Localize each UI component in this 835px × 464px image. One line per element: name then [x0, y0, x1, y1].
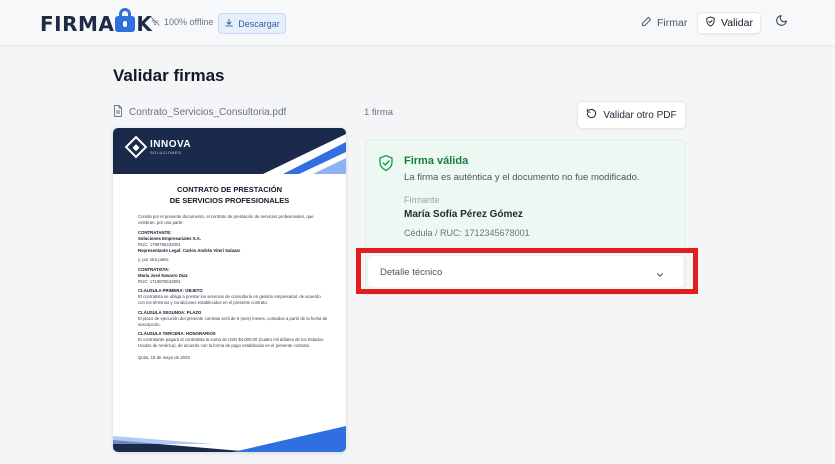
- clause-1-heading: CLÁUSULA PRIMERA: OBJETO: [138, 288, 203, 293]
- download-button[interactable]: Descargar: [218, 13, 286, 34]
- clause-1-text: El contratista se obliga a prestar los s…: [138, 294, 321, 305]
- signature-count: 1 firma: [364, 107, 394, 118]
- page-title: Validar firmas: [113, 66, 225, 85]
- nav-firmar-label: Firmar: [657, 17, 688, 29]
- validate-other-label: Validar otro PDF: [603, 109, 677, 121]
- shield-check-icon: [705, 16, 716, 30]
- contratante-representative: Representante Legal: Carlos Andrés Viter…: [138, 247, 241, 253]
- contratante-name: Soluciones Empresariales S.A.: [138, 235, 202, 241]
- signer-name: María Sofía Pérez Gómez: [404, 209, 523, 220]
- result-description: La firma es auténtica y el documento no …: [404, 172, 640, 183]
- document-other-party: y, por otra parte:: [138, 257, 170, 262]
- document-body: Consta por el presente documento, el con…: [138, 214, 328, 365]
- offline-label: 100% offline: [164, 17, 214, 27]
- document-brand-sub: SOLUCIONES: [150, 149, 182, 155]
- validate-other-pdf-button[interactable]: Validar otro PDF: [577, 101, 686, 129]
- contratante-ruc: RUC: 1798765432001: [138, 241, 181, 247]
- innova-logo-icon: [124, 135, 148, 159]
- wifi-off-icon: [150, 16, 160, 28]
- signer-id: Cédula / RUC: 1712345678001: [404, 228, 530, 238]
- logo-text-start: FIRMA: [40, 12, 115, 36]
- pen-icon: [641, 16, 652, 30]
- logo-lock-icon: [115, 8, 136, 32]
- document-preview[interactable]: INNOVA SOLUCIONES CONTRATO DE PRESTACIÓN…: [113, 128, 346, 452]
- document-intro: Consta por el presente documento, el con…: [138, 214, 314, 225]
- clause-3-text: El contratante pagará al contratista la …: [138, 337, 324, 348]
- file-name: Contrato_Servicios_Consultoria.pdf: [129, 107, 287, 118]
- app-logo[interactable]: FIRMA K: [40, 8, 152, 36]
- contratista-name: María José Navarro Díaz: [138, 272, 188, 278]
- theme-toggle[interactable]: [773, 15, 789, 31]
- clause-2-text: El plazo de ejecución del presente contr…: [138, 315, 328, 327]
- file-name-row: Contrato_Servicios_Consultoria.pdf: [113, 105, 286, 120]
- document-footer-banner: [113, 426, 346, 452]
- highlight-annotation: [356, 248, 698, 294]
- document-title: CONTRATO DE PRESTACIÓN DE SERVICIOS PROF…: [113, 184, 346, 206]
- clause-3-heading: CLÁUSULA TERCERA: HONORARIOS: [138, 331, 216, 336]
- refresh-icon: [586, 108, 597, 122]
- signer-label: Firmante: [404, 195, 440, 205]
- document-brand: INNOVA SOLUCIONES: [124, 135, 192, 159]
- nav-firmar[interactable]: Firmar: [641, 14, 687, 32]
- contratista-ruc: RUC: 1719876543001: [138, 278, 181, 284]
- clause-2-heading: CLÁUSULA SEGUNDA: PLAZO: [138, 309, 202, 315]
- contratante-heading: CONTRATANTE:: [138, 229, 172, 235]
- shield-check-icon: [378, 154, 394, 177]
- download-icon: [224, 18, 234, 30]
- document-title-line2: DE SERVICIOS PROFESIONALES: [169, 196, 290, 205]
- document-place-date: Quito, 15 de mayo de 2025: [138, 355, 190, 360]
- nav-validar[interactable]: Validar: [697, 12, 761, 34]
- nav-validar-label: Validar: [721, 17, 753, 29]
- contratista-heading: CONTRATISTA:: [138, 266, 170, 272]
- document-brand-name: INNOVA: [150, 138, 192, 150]
- document-title-line1: CONTRATO DE PRESTACIÓN: [176, 185, 282, 194]
- file-icon: [113, 105, 123, 120]
- app-header: FIRMA K 100% offline Descargar Firmar Val…: [0, 0, 835, 46]
- offline-indicator: 100% offline: [150, 16, 213, 28]
- moon-icon: [775, 14, 788, 32]
- download-label: Descargar: [238, 18, 280, 29]
- result-title: Firma válida: [404, 155, 469, 167]
